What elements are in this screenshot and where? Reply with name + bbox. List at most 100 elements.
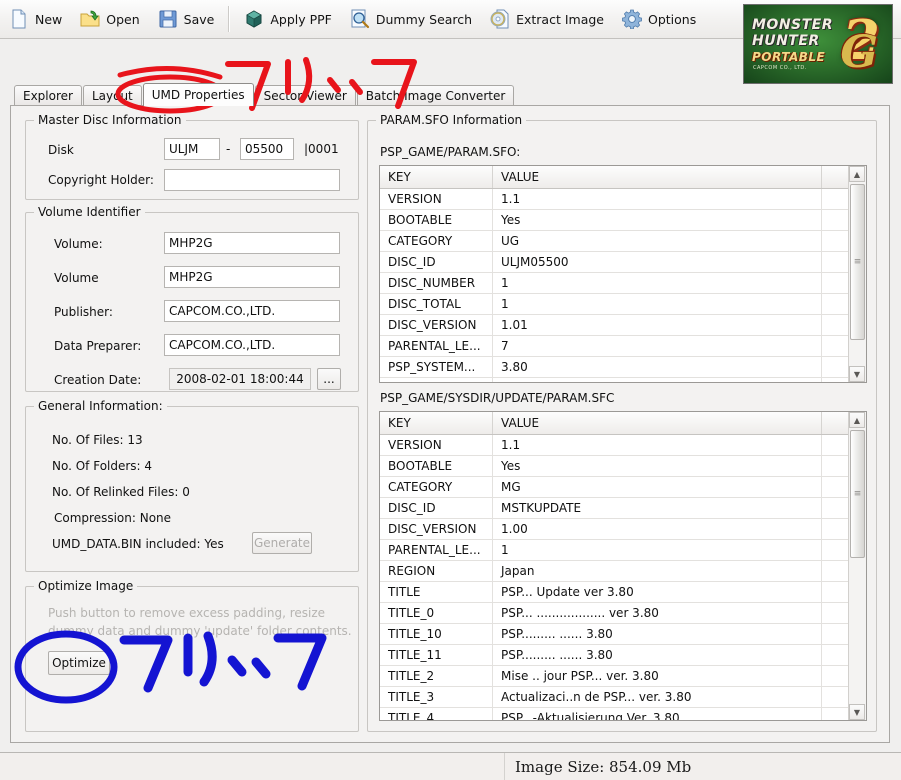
game-logo: MONSTER HUNTER PORTABLE CAPCOM CO., LTD.… xyxy=(743,4,893,84)
logo-line-3: PORTABLE xyxy=(752,50,826,64)
table-row[interactable]: CATEGORY UG xyxy=(380,230,866,252)
tab-sector-viewer[interactable]: Sector Viewer xyxy=(254,85,356,106)
cell-key: TITLE_3 xyxy=(380,686,493,708)
label-publisher: Publisher: xyxy=(54,305,113,319)
header-value-2[interactable]: VALUE xyxy=(492,412,822,435)
group-general-information: General Information: No. Of Files: 13 No… xyxy=(25,399,359,572)
cell-key: DISC_ID xyxy=(380,497,493,519)
table-row[interactable]: TITLE_3 Actualizaci..n de PSP... ver. 3.8… xyxy=(380,686,866,708)
table-row[interactable]: BOOTABLE Yes xyxy=(380,455,866,477)
cell-value: UG xyxy=(492,230,822,252)
table-row[interactable]: TITLE_4 PSP...-Aktualisierung Ver. 3.80 xyxy=(380,707,866,720)
table-row[interactable]: PARENTAL_LE... 7 xyxy=(380,335,866,357)
label-disk: Disk xyxy=(48,143,74,157)
magnifier-icon xyxy=(350,9,370,29)
table-row[interactable]: DISC_TOTAL 1 xyxy=(380,293,866,315)
group-master-disc-information: Master Disc Information Disk - |0001 Cop… xyxy=(25,113,359,200)
toolbar-button-extract-image[interactable]: Extract Image xyxy=(482,4,612,34)
toolbar-button-options[interactable]: Options xyxy=(614,4,704,34)
header-key-2[interactable]: KEY xyxy=(380,412,493,435)
cell-key: TITLE_0 xyxy=(380,602,493,624)
table-row[interactable]: BOOTABLE Yes xyxy=(380,209,866,231)
table-row[interactable]: TITLE_10 PSP......... ...... 3.80 xyxy=(380,623,866,645)
table-row[interactable]: DISC_ID MSTKUPDATE xyxy=(380,497,866,519)
table-row[interactable]: TITLE_11 PSP......... ...... 3.80 xyxy=(380,644,866,666)
cell-key: PARENTAL_LE... xyxy=(380,335,493,357)
tab-batch-image-converter[interactable]: Batch Image Converter xyxy=(356,85,515,106)
scroll-grip-icon: ≡ xyxy=(853,488,862,499)
cell-key: TITLE_4 xyxy=(380,707,493,720)
cell-value: 1.1 xyxy=(492,188,822,210)
param-sfo-table[interactable]: KEY VALUE VERSION 1.1 BOOTABLE Yes CATEGORY U… xyxy=(379,165,867,383)
table-row[interactable]: PARENTAL_LE... 1 xyxy=(380,539,866,561)
param-sfc-table-scrollbar[interactable]: ▲ ≡ ▼ xyxy=(848,412,866,720)
label-creation-date: Creation Date: xyxy=(54,373,142,387)
table-row[interactable]: TITLE PSP... Update ver 3.80 xyxy=(380,581,866,603)
cell-key: REGION xyxy=(380,377,493,382)
table-row[interactable]: DISC_VERSION 1.00 xyxy=(380,518,866,540)
tab-explorer[interactable]: Explorer xyxy=(14,85,82,106)
table-row[interactable]: VERSION 1.1 xyxy=(380,188,866,210)
publisher-input[interactable] xyxy=(164,300,340,322)
cell-key: DISC_VERSION xyxy=(380,518,493,540)
optimize-button[interactable]: Optimize xyxy=(48,651,110,675)
scroll-up-arrow-icon[interactable]: ▲ xyxy=(849,166,865,182)
toolbar-label-new: New xyxy=(35,11,63,27)
volume-input-2[interactable] xyxy=(164,266,340,288)
creation-date-browse-button[interactable]: ... xyxy=(317,368,341,390)
tab-layout[interactable]: Layout xyxy=(82,85,142,106)
scroll-down-arrow-icon[interactable]: ▼ xyxy=(849,704,865,720)
header-value-1[interactable]: VALUE xyxy=(492,166,822,189)
cell-value: Japan xyxy=(492,560,822,582)
copyright-holder-input[interactable] xyxy=(164,169,340,191)
creation-date-field[interactable]: 2008-02-01 18:00:44 xyxy=(169,368,311,390)
group-title-optimize-image: Optimize Image xyxy=(34,579,138,593)
cell-value: PSP......... ...... 3.80 xyxy=(492,644,822,666)
disk-number-input[interactable] xyxy=(240,138,294,160)
scroll-thumb[interactable]: ≡ xyxy=(850,430,865,558)
cell-key: DISC_NUMBER xyxy=(380,272,493,294)
table-row[interactable]: REGIONJapan xyxy=(380,377,866,382)
status-image-size: Image Size: 854.09 Mb xyxy=(504,753,901,780)
table-row[interactable]: VERSION 1.1 xyxy=(380,434,866,456)
disk-prefix-input[interactable] xyxy=(164,138,220,160)
param-sfc-table[interactable]: KEY VALUE VERSION 1.1 BOOTABLE Yes CATEGORY M… xyxy=(379,411,867,721)
toolbar-button-apply-ppf[interactable]: Apply PPF xyxy=(236,4,340,34)
cell-key: REGION xyxy=(380,560,493,582)
table-row[interactable]: DISC_ID ULJM05500 xyxy=(380,251,866,273)
umd-properties-page: Master Disc Information Disk - |0001 Cop… xyxy=(10,105,890,743)
scroll-down-arrow-icon[interactable]: ▼ xyxy=(849,366,865,382)
cube-icon xyxy=(244,9,264,29)
label-copyright-holder: Copyright Holder: xyxy=(48,173,154,187)
scroll-up-arrow-icon[interactable]: ▲ xyxy=(849,412,865,428)
toolbar-button-new[interactable]: New xyxy=(1,4,70,34)
table-header-row: KEY VALUE xyxy=(380,166,866,189)
table-row[interactable]: DISC_VERSION 1.01 xyxy=(380,314,866,336)
table-row[interactable]: CATEGORY MG xyxy=(380,476,866,498)
stat-no-of-relinked-files: No. Of Relinked Files: 0 xyxy=(52,485,190,499)
cell-value: PSP......... ...... 3.80 xyxy=(492,623,822,645)
table-row[interactable]: REGIONJapan xyxy=(380,560,866,582)
generate-button[interactable]: Generate xyxy=(252,532,312,554)
tab-umd-properties[interactable]: UMD Properties xyxy=(142,83,254,106)
table-row[interactable]: TITLE_0 PSP... .................. ver 3.8… xyxy=(380,602,866,624)
cell-value: Yes xyxy=(492,209,822,231)
toolbar-button-open[interactable]: Open xyxy=(72,4,147,34)
logo-line-2: HUNTER xyxy=(752,33,820,49)
logo-line-1: MONSTER xyxy=(752,17,834,33)
cell-value: PSP...-Aktualisierung Ver. 3.80 xyxy=(492,707,822,720)
header-key-1[interactable]: KEY xyxy=(380,166,493,189)
toolbar-button-dummy-search[interactable]: Dummy Search xyxy=(342,4,480,34)
param-sfo-table-scrollbar[interactable]: ▲ ≡ ▼ xyxy=(848,166,866,382)
application-window: New Open Save Apply PPF Dummy Search Ext… xyxy=(0,0,901,780)
cell-key: TITLE_10 xyxy=(380,623,493,645)
scroll-thumb[interactable]: ≡ xyxy=(850,184,865,340)
data-preparer-input[interactable] xyxy=(164,334,340,356)
table-row[interactable]: TITLE_2 Mise .. jour PSP... ver. 3.80 xyxy=(380,665,866,687)
volume-input-1[interactable] xyxy=(164,232,340,254)
toolbar-button-save[interactable]: Save xyxy=(150,4,223,34)
table-row[interactable]: DISC_NUMBER 1 xyxy=(380,272,866,294)
stat-umd-data-bin: UMD_DATA.BIN included: Yes xyxy=(52,537,224,551)
table-row[interactable]: PSP_SYSTEM... 3.80 xyxy=(380,356,866,378)
tab-strip: Explorer Layout UMD Properties Sector Vi… xyxy=(14,83,515,106)
